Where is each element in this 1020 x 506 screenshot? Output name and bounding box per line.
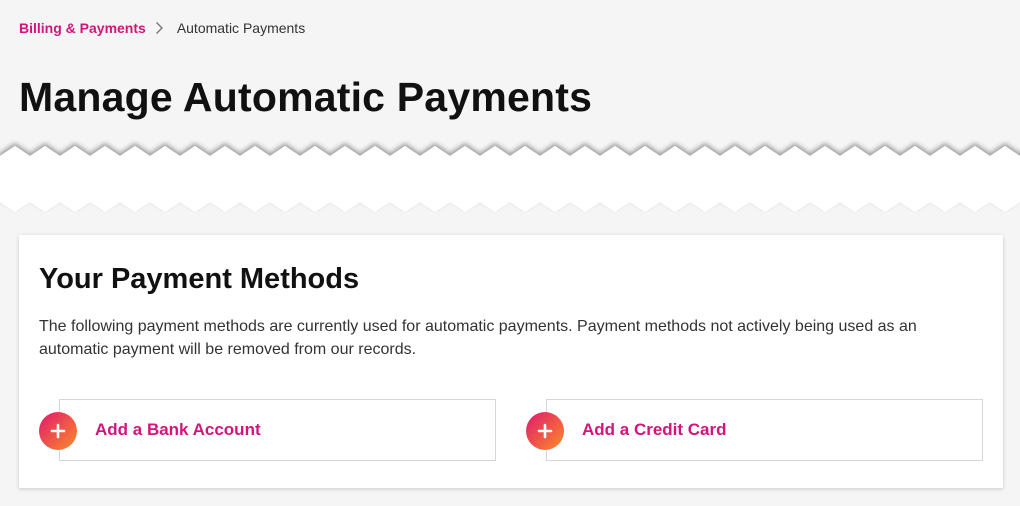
breadcrumb: Billing & Payments Automatic Payments <box>19 20 305 36</box>
add-bank-account-button[interactable]: Add a Bank Account <box>39 399 496 461</box>
add-credit-card-button[interactable]: Add a Credit Card <box>526 399 983 461</box>
page-title: Manage Automatic Payments <box>19 74 593 120</box>
payment-methods-card: Your Payment Methods The following payme… <box>19 235 1003 488</box>
breadcrumb-current: Automatic Payments <box>176 20 306 36</box>
payment-methods-description: The following payment methods are curren… <box>39 318 917 358</box>
plus-icon <box>39 412 77 450</box>
add-credit-card-label: Add a Credit Card <box>582 420 727 439</box>
payment-methods-title: Your Payment Methods <box>39 263 360 295</box>
plus-icon <box>526 412 564 450</box>
zigzag-divider <box>0 146 1020 212</box>
breadcrumb-link-billing[interactable]: Billing & Payments <box>19 20 146 36</box>
chevron-right-icon <box>155 21 167 35</box>
add-bank-account-label: Add a Bank Account <box>95 420 261 439</box>
